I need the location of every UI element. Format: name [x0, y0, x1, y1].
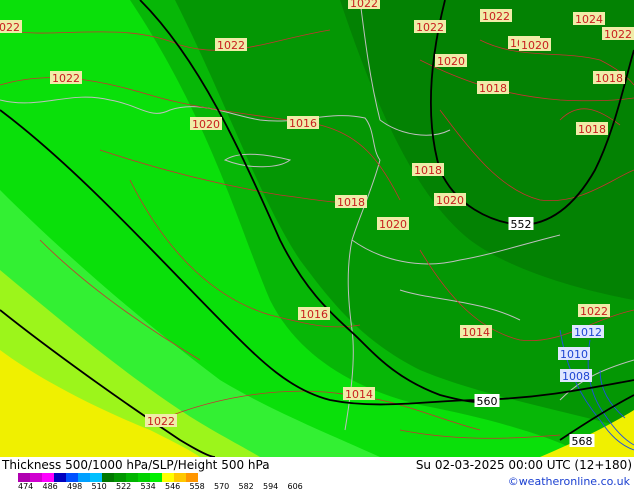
- credit-link[interactable]: ©weatheronline.co.uk: [508, 475, 630, 489]
- weather-map: 1022102210221022102410201022102210201020…: [0, 0, 634, 457]
- slp-label: 1022: [416, 21, 444, 34]
- scale-swatch: [174, 473, 186, 482]
- slp-label: 1022: [0, 21, 20, 34]
- scale-swatch: [102, 473, 114, 482]
- slp-label: 1014: [345, 388, 373, 401]
- scale-swatch: [138, 473, 150, 482]
- slp-label: 1022: [482, 10, 510, 23]
- scale-swatch: [42, 473, 54, 482]
- slp-label-low: 1010: [560, 348, 588, 361]
- slp-label: 1018: [414, 164, 442, 177]
- height-label: 552: [511, 218, 532, 231]
- slp-label: 1022: [350, 0, 378, 10]
- slp-label: 1020: [436, 194, 464, 207]
- slp-label: 1018: [479, 82, 507, 95]
- slp-label: 1020: [192, 118, 220, 131]
- thickness-color-scale: [18, 473, 198, 482]
- slp-label: 1020: [437, 55, 465, 68]
- slp-label: 1022: [147, 415, 175, 428]
- slp-label: 1022: [52, 72, 80, 85]
- scale-swatch: [66, 473, 78, 482]
- scale-swatch: [30, 473, 42, 482]
- scale-swatch: [162, 473, 174, 482]
- slp-label: 1016: [289, 117, 317, 130]
- slp-label: 1018: [595, 72, 623, 85]
- footer: Thickness 500/1000 hPa/SLP/Height 500 hP…: [0, 457, 634, 491]
- scale-swatch: [54, 473, 66, 482]
- scale-swatch: [126, 473, 138, 482]
- slp-label: 1020: [521, 39, 549, 52]
- scale-swatch: [90, 473, 102, 482]
- scale-swatch: [78, 473, 90, 482]
- scale-swatch: [150, 473, 162, 482]
- slp-label: 1014: [462, 326, 490, 339]
- scale-swatch: [18, 473, 30, 482]
- chart-title: Thickness 500/1000 hPa/SLP/Height 500 hP…: [2, 458, 270, 472]
- height-label: 560: [477, 395, 498, 408]
- slp-label: 1022: [580, 305, 608, 318]
- slp-label: 1018: [578, 123, 606, 136]
- slp-label: 1022: [604, 28, 632, 41]
- height-label: 568: [572, 435, 593, 448]
- slp-label: 1020: [379, 218, 407, 231]
- slp-label-low: 1012: [574, 326, 602, 339]
- valid-time: Su 02-03-2025 00:00 UTC (12+180): [415, 458, 632, 472]
- slp-label: 1018: [337, 196, 365, 209]
- slp-label: 1016: [300, 308, 328, 321]
- slp-label: 1024: [575, 13, 603, 26]
- slp-label: 1022: [217, 39, 245, 52]
- scale-swatch: [186, 473, 198, 482]
- scale-swatch: [114, 473, 126, 482]
- slp-label-low: 1008: [562, 370, 590, 383]
